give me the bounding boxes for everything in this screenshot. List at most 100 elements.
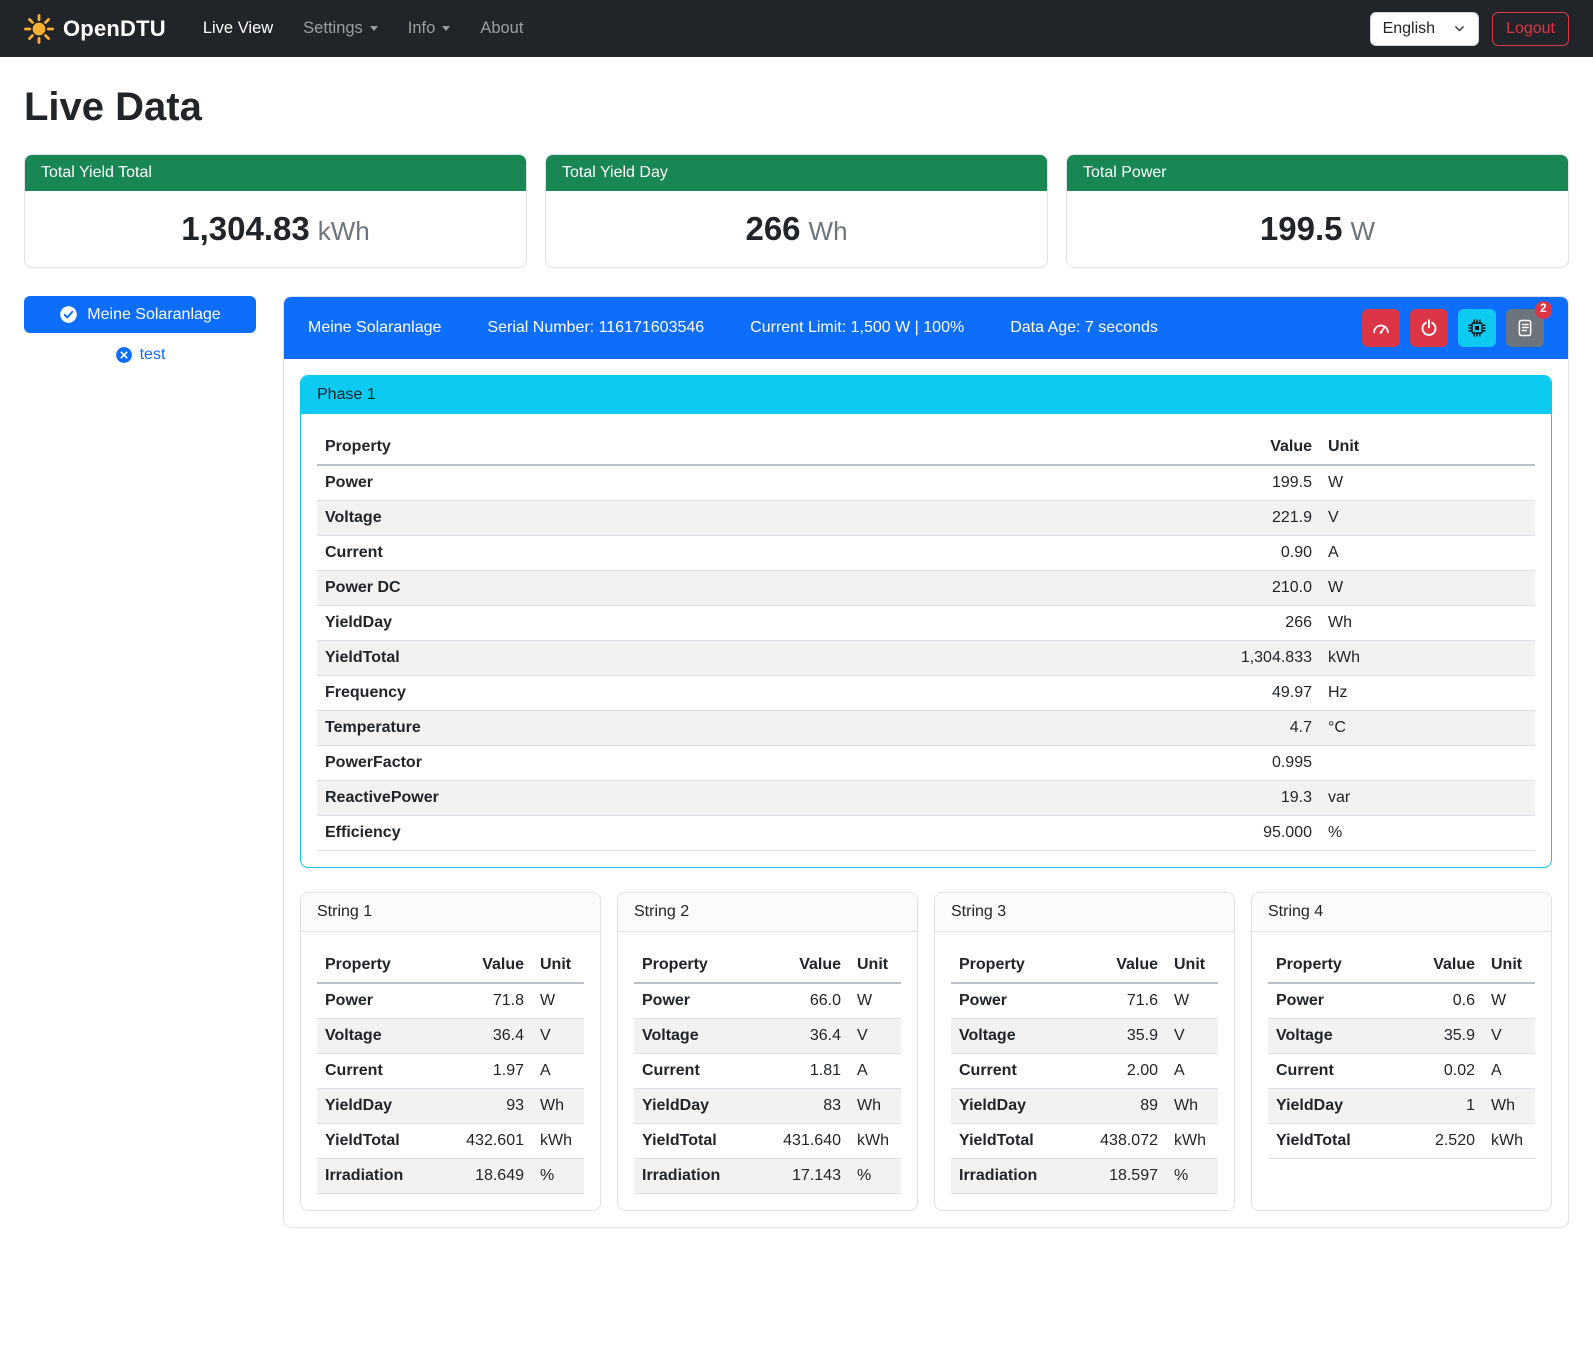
row-property: YieldDay (317, 1089, 440, 1124)
gauge-icon (1371, 318, 1391, 338)
row-value: 89 (1074, 1089, 1166, 1124)
row-value: 221.9 (1170, 501, 1320, 536)
row-property: Irradiation (951, 1159, 1074, 1194)
row-property: Current (634, 1054, 757, 1089)
row-value: 17.143 (757, 1159, 849, 1194)
row-property: Temperature (317, 711, 1170, 746)
row-value: 431.640 (757, 1124, 849, 1159)
row-property: YieldTotal (1268, 1124, 1391, 1159)
row-unit: kWh (1166, 1124, 1218, 1159)
summary-card-unit: Wh (809, 216, 848, 246)
page-title: Live Data (24, 85, 1569, 130)
table-header-row: Property Value Unit (1268, 948, 1535, 983)
summary-card-title: Total Yield Day (546, 155, 1047, 191)
row-property: PowerFactor (317, 746, 1170, 781)
col-unit: Unit (849, 948, 901, 983)
row-property: Voltage (317, 501, 1170, 536)
limit-settings-button[interactable] (1362, 309, 1400, 347)
col-property: Property (317, 430, 1170, 465)
inverter-serial: Serial Number: 116171603546 (487, 319, 704, 337)
nav-settings[interactable]: Settings (288, 11, 393, 46)
summary-card-body: 1,304.83kWh (25, 191, 526, 267)
col-value: Value (1170, 430, 1320, 465)
string-title: String 1 (301, 893, 600, 932)
summary-card-body: 199.5W (1067, 191, 1568, 267)
row-unit: kWh (1483, 1124, 1535, 1159)
table-row: Current 1.97 A (317, 1054, 584, 1089)
event-count-badge: 2 (1535, 301, 1552, 319)
power-button[interactable] (1410, 309, 1448, 347)
row-unit: % (532, 1159, 584, 1194)
row-property: Voltage (1268, 1019, 1391, 1054)
logout-button[interactable]: Logout (1492, 12, 1569, 46)
table-row: YieldTotal 432.601 kWh (317, 1124, 584, 1159)
table-row: Temperature 4.7 °C (317, 711, 1535, 746)
string-body: Property Value Unit (301, 932, 600, 1210)
row-value: 0.995 (1170, 746, 1320, 781)
row-property: Current (317, 1054, 440, 1089)
row-unit: W (532, 983, 584, 1019)
table-row: Frequency 49.97 Hz (317, 676, 1535, 711)
language-select[interactable]: English (1370, 12, 1479, 46)
inverter-test-label: test (140, 346, 166, 364)
col-unit: Unit (1483, 948, 1535, 983)
chevron-down-icon (442, 26, 450, 31)
row-unit: A (849, 1054, 901, 1089)
row-value: 95.000 (1170, 816, 1320, 851)
table-row: Voltage 36.4 V (634, 1019, 901, 1054)
row-value: 71.8 (440, 983, 532, 1019)
row-property: Power (1268, 983, 1391, 1019)
event-log-button[interactable]: 2 (1506, 309, 1544, 347)
row-value: 432.601 (440, 1124, 532, 1159)
table-row: PowerFactor 0.995 (317, 746, 1535, 781)
row-value: 4.7 (1170, 711, 1320, 746)
row-unit: Wh (1483, 1089, 1535, 1124)
brand[interactable]: OpenDTU (24, 14, 166, 44)
row-property: YieldTotal (951, 1124, 1074, 1159)
row-property: Irradiation (634, 1159, 757, 1194)
inverter-limit: Current Limit: 1,500 W | 100% (750, 319, 964, 337)
row-unit: V (532, 1019, 584, 1054)
row-unit: A (1320, 536, 1535, 571)
inverter-test-button[interactable]: test (107, 342, 174, 368)
nav-about[interactable]: About (465, 11, 538, 46)
row-value: 438.072 (1074, 1124, 1166, 1159)
row-property: Power DC (317, 571, 1170, 606)
phase-card: Phase 1 Property Value Unit (300, 375, 1552, 868)
row-value: 83 (757, 1089, 849, 1124)
table-row: Current 1.81 A (634, 1054, 901, 1089)
nav-info[interactable]: Info (393, 11, 466, 46)
row-property: YieldTotal (634, 1124, 757, 1159)
brand-name: OpenDTU (63, 16, 166, 42)
string-title: String 4 (1252, 893, 1551, 932)
row-property: YieldTotal (317, 1124, 440, 1159)
row-unit: W (1483, 983, 1535, 1019)
row-unit: Hz (1320, 676, 1535, 711)
row-unit: Wh (1166, 1089, 1218, 1124)
row-property: Power (317, 983, 440, 1019)
table-row: Voltage 35.9 V (1268, 1019, 1535, 1054)
string-body: Property Value Unit (935, 932, 1234, 1210)
table-row: Power 66.0 W (634, 983, 901, 1019)
row-property: Power (634, 983, 757, 1019)
cpu-icon (1467, 318, 1487, 338)
chevron-down-icon (1453, 22, 1466, 35)
table-row: YieldTotal 1,304.833 kWh (317, 641, 1535, 676)
table-row: YieldTotal 431.640 kWh (634, 1124, 901, 1159)
row-unit: kWh (532, 1124, 584, 1159)
device-info-button[interactable] (1458, 309, 1496, 347)
content-row: Meine Solaranlage test Meine Solaranlage (24, 296, 1569, 1228)
table-row: Efficiency 95.000 % (317, 816, 1535, 851)
row-value: 49.97 (1170, 676, 1320, 711)
col-value: Value (757, 948, 849, 983)
table-row: YieldDay 83 Wh (634, 1089, 901, 1124)
table-row: Irradiation 18.649 % (317, 1159, 584, 1194)
row-value: 1.81 (757, 1054, 849, 1089)
col-value: Value (440, 948, 532, 983)
inverter-select-button[interactable]: Meine Solaranlage (24, 296, 256, 333)
row-property: YieldTotal (317, 641, 1170, 676)
nav-live-view[interactable]: Live View (188, 11, 288, 46)
row-property: YieldDay (317, 606, 1170, 641)
row-value: 93 (440, 1089, 532, 1124)
summary-card-value: 266 (745, 210, 800, 247)
